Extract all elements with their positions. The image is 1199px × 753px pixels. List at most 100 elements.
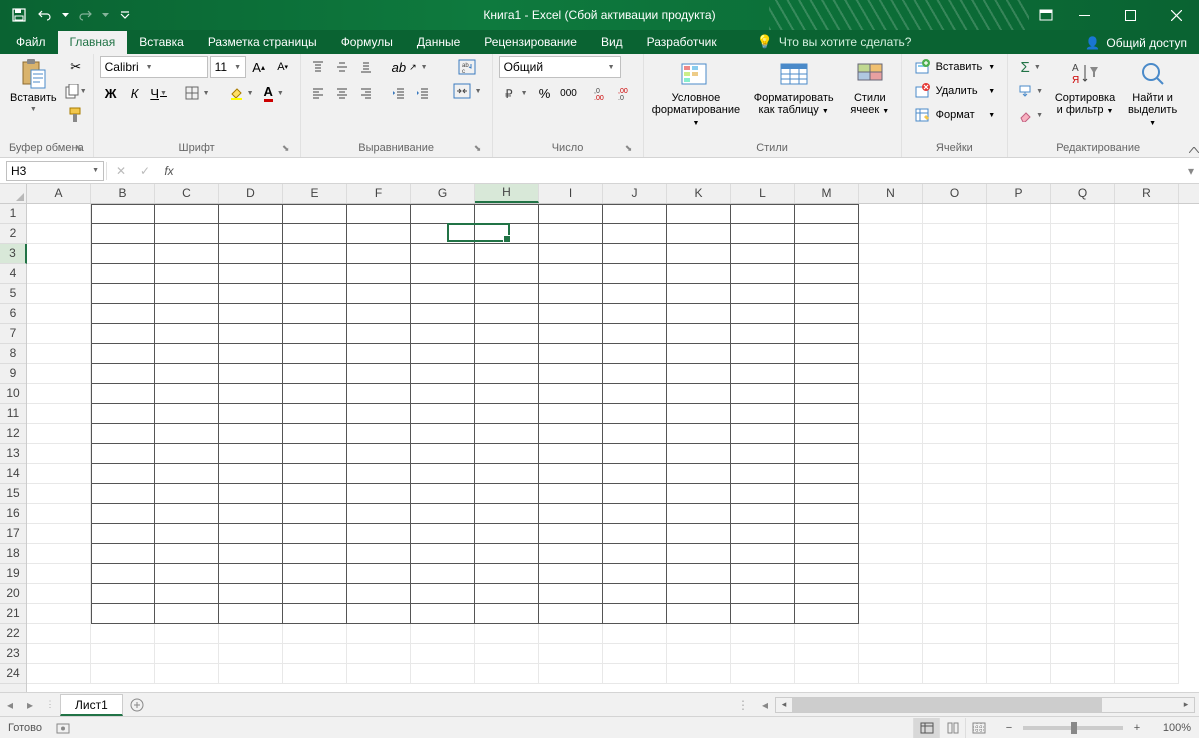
align-right-button[interactable] [355,82,377,104]
cell[interactable] [987,284,1051,304]
cell[interactable] [219,504,283,524]
cell[interactable] [411,524,475,544]
cell[interactable] [283,544,347,564]
cell[interactable] [539,564,603,584]
cell[interactable] [1115,544,1179,564]
cell[interactable] [987,344,1051,364]
cell[interactable] [1115,284,1179,304]
cell[interactable] [347,444,411,464]
cell[interactable] [603,604,667,624]
cell[interactable] [667,324,731,344]
cell[interactable] [91,324,155,344]
cell[interactable] [27,404,91,424]
cell[interactable] [731,584,795,604]
hscroll-left-edge[interactable]: ◂ [755,694,775,716]
sheet-nav-menu[interactable]: ⋮ [40,694,60,716]
row-header[interactable]: 19 [0,564,26,584]
cell[interactable] [475,264,539,284]
cell[interactable] [603,624,667,644]
accept-icon[interactable]: ✓ [133,161,157,181]
cell[interactable] [731,244,795,264]
italic-button[interactable]: К [124,82,146,104]
cell[interactable] [667,544,731,564]
cell[interactable] [155,404,219,424]
cell[interactable] [667,524,731,544]
cell[interactable] [795,424,859,444]
cell[interactable] [987,504,1051,524]
paste-button[interactable]: Вставить ▼ [6,56,61,115]
cell[interactable] [539,664,603,684]
cell[interactable] [347,404,411,424]
cell[interactable] [731,544,795,564]
row-header[interactable]: 11 [0,404,26,424]
cell[interactable] [219,644,283,664]
cell[interactable] [795,284,859,304]
cell[interactable] [219,364,283,384]
cell[interactable] [795,644,859,664]
cell[interactable] [1051,264,1115,284]
cell[interactable] [27,304,91,324]
cell[interactable] [91,504,155,524]
cut-button[interactable]: ✂ [65,56,87,78]
cell[interactable] [347,204,411,224]
tab-developer[interactable]: Разработчик [635,31,729,54]
horizontal-scrollbar[interactable]: ◂ ▸ [775,697,1195,713]
undo-dropdown-icon[interactable] [60,4,70,26]
align-left-button[interactable] [307,82,329,104]
cell[interactable] [1115,584,1179,604]
cell[interactable] [347,464,411,484]
font-name-combo[interactable]: Calibri▼ [100,56,208,78]
zoom-level[interactable]: 100% [1151,722,1191,734]
cell[interactable] [987,244,1051,264]
tab-page-layout[interactable]: Разметка страницы [196,31,329,54]
cell[interactable] [411,344,475,364]
cell[interactable] [411,424,475,444]
cell[interactable] [987,424,1051,444]
cell[interactable] [91,484,155,504]
column-header[interactable]: C [155,184,219,203]
row-header[interactable]: 4 [0,264,26,284]
cell[interactable] [795,524,859,544]
cell[interactable] [475,644,539,664]
cell[interactable] [795,324,859,344]
cell[interactable] [667,664,731,684]
cell[interactable] [923,424,987,444]
tab-view[interactable]: Вид [589,31,635,54]
cell[interactable] [283,244,347,264]
cell[interactable] [411,464,475,484]
column-header[interactable]: I [539,184,603,203]
cell[interactable] [667,624,731,644]
row-header[interactable]: 14 [0,464,26,484]
cell[interactable] [539,344,603,364]
cell[interactable] [91,404,155,424]
cell[interactable] [27,444,91,464]
cell[interactable] [475,464,539,484]
cell[interactable] [27,484,91,504]
cell[interactable] [539,444,603,464]
clear-button[interactable]: ▼ [1014,104,1047,126]
cell[interactable] [27,544,91,564]
cell[interactable] [795,584,859,604]
cell[interactable] [539,484,603,504]
cell[interactable] [923,664,987,684]
cell[interactable] [411,664,475,684]
cell[interactable] [667,444,731,464]
shrink-font-button[interactable]: A▾ [272,56,294,78]
cell[interactable] [283,424,347,444]
comma-button[interactable]: 000 [558,82,580,104]
cell[interactable] [91,564,155,584]
chevron-down-icon[interactable]: ▼ [92,167,99,174]
cell[interactable] [347,644,411,664]
cell[interactable] [603,484,667,504]
cell[interactable] [155,364,219,384]
cell[interactable] [219,264,283,284]
cell[interactable] [731,364,795,384]
cell[interactable] [731,384,795,404]
cell[interactable] [219,244,283,264]
percent-button[interactable]: % [534,82,556,104]
cell[interactable] [27,424,91,444]
cell[interactable] [475,324,539,344]
cell[interactable] [539,244,603,264]
cell[interactable] [219,584,283,604]
cell[interactable] [283,384,347,404]
